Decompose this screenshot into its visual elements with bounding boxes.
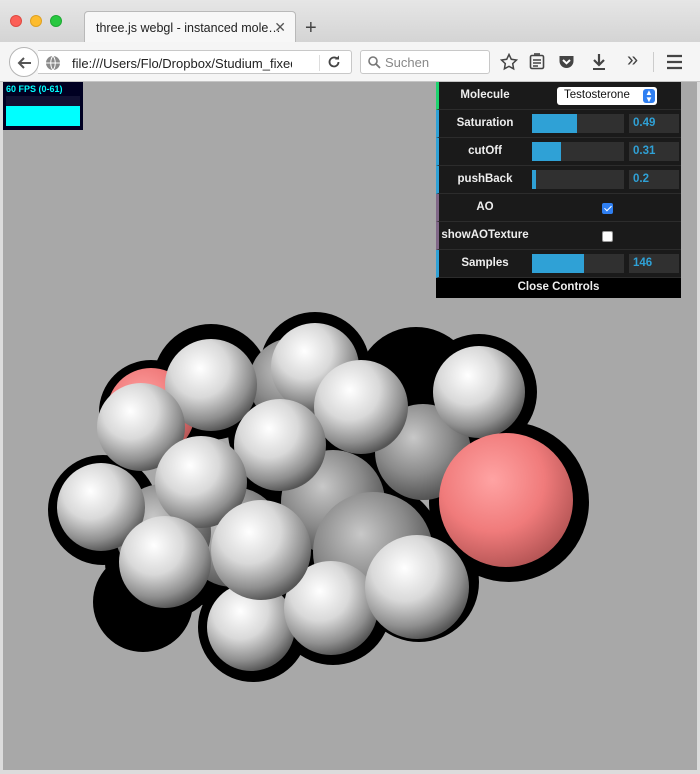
url-bar[interactable]: file:///Users/Flo/Dropbox/Studium_fixed [38,50,352,74]
samples-label: Samples [461,257,509,269]
cutoff-label: cutOff [468,145,502,157]
molecule-select-value: Testosterone [564,89,630,101]
showaotexture-checkbox[interactable] [602,231,613,242]
ao-label: AO [476,201,494,213]
reload-icon[interactable] [326,54,342,75]
tab-title: three.js webgl - instanced mole… [96,21,281,35]
hydrogen-atom [119,516,211,608]
ao-checkbox[interactable] [602,203,613,214]
showaotexture-label: showAOTexture [441,229,529,241]
url-divider [319,55,320,71]
pushback-slider-fill [532,170,536,189]
cutoff-row: cutOff 0.31 [436,138,681,166]
url-text[interactable]: file:///Users/Flo/Dropbox/Studium_fixed [72,56,292,71]
samples-slider-fill [532,254,584,273]
molecule-select[interactable]: Testosterone ▲ ▼ [557,87,657,105]
saturation-label: Saturation [456,117,514,129]
saturation-row: Saturation 0.49 [436,110,681,138]
select-arrows-icon: ▲ ▼ [643,89,655,104]
tab-close-icon[interactable]: ✕ [274,19,286,36]
hydrogen-atom [433,346,525,438]
back-arrow-icon [17,57,31,69]
overflow-menu-icon[interactable]: » [627,49,638,72]
search-icon [368,56,381,69]
bookmark-star-icon[interactable] [499,52,519,76]
pushback-row: pushBack 0.2 [436,166,681,194]
cutoff-slider[interactable] [532,142,624,161]
gui-panel: Molecule Testosterone ▲ ▼ Saturation 0.49… [436,82,681,298]
fps-meter[interactable]: 60 FPS (0-61) [3,82,83,130]
pocket-icon[interactable] [558,53,575,76]
window-maximize-button[interactable] [50,15,62,27]
pushback-label: pushBack [457,173,513,185]
hydrogen-atom [211,500,311,600]
window-frame-bottom [0,770,700,774]
oxygen-atom-right [439,433,573,567]
search-field[interactable] [360,50,490,74]
ao-row: AO [436,194,681,222]
window-minimize-button[interactable] [30,15,42,27]
samples-value-input[interactable]: 146 [629,254,679,273]
hydrogen-atom [234,399,326,491]
close-controls-button[interactable]: Close Controls [436,278,681,298]
fps-text: 60 FPS (0-61) [6,84,63,94]
cutoff-value-input[interactable]: 0.31 [629,142,679,161]
new-tab-button[interactable]: + [305,18,317,38]
saturation-slider-fill [532,114,578,133]
showaotexture-row: showAOTexture [436,222,681,250]
pushback-value-input[interactable]: 0.2 [629,170,679,189]
fps-graph [6,96,80,126]
bookmarks-list-icon[interactable] [529,53,545,76]
saturation-slider[interactable] [532,114,624,133]
back-button[interactable] [9,47,39,77]
samples-row: Samples 146 [436,250,681,278]
webgl-canvas[interactable]: 60 FPS (0-61) Molecule Testosterone ▲ ▼ S… [3,82,697,770]
fps-graph-fill [6,106,80,126]
molecule-row: Molecule Testosterone ▲ ▼ [436,82,681,110]
hydrogen-atom [365,535,469,639]
saturation-value-input[interactable]: 0.49 [629,114,679,133]
tab-bar: three.js webgl - instanced mole… ✕ + [0,0,700,42]
window-close-button[interactable] [10,15,22,27]
globe-icon [45,55,61,76]
search-input[interactable] [385,53,485,71]
pushback-slider[interactable] [532,170,624,189]
hamburger-menu-icon[interactable] [666,54,683,75]
toolbar-divider [653,52,654,72]
download-icon[interactable] [591,53,607,76]
cutoff-slider-fill [532,142,561,161]
samples-slider[interactable] [532,254,624,273]
hydrogen-atom [314,360,408,454]
navigation-bar: file:///Users/Flo/Dropbox/Studium_fixed … [0,42,700,82]
molecule-label: Molecule [460,89,510,101]
browser-tab[interactable]: three.js webgl - instanced mole… ✕ [84,11,296,42]
